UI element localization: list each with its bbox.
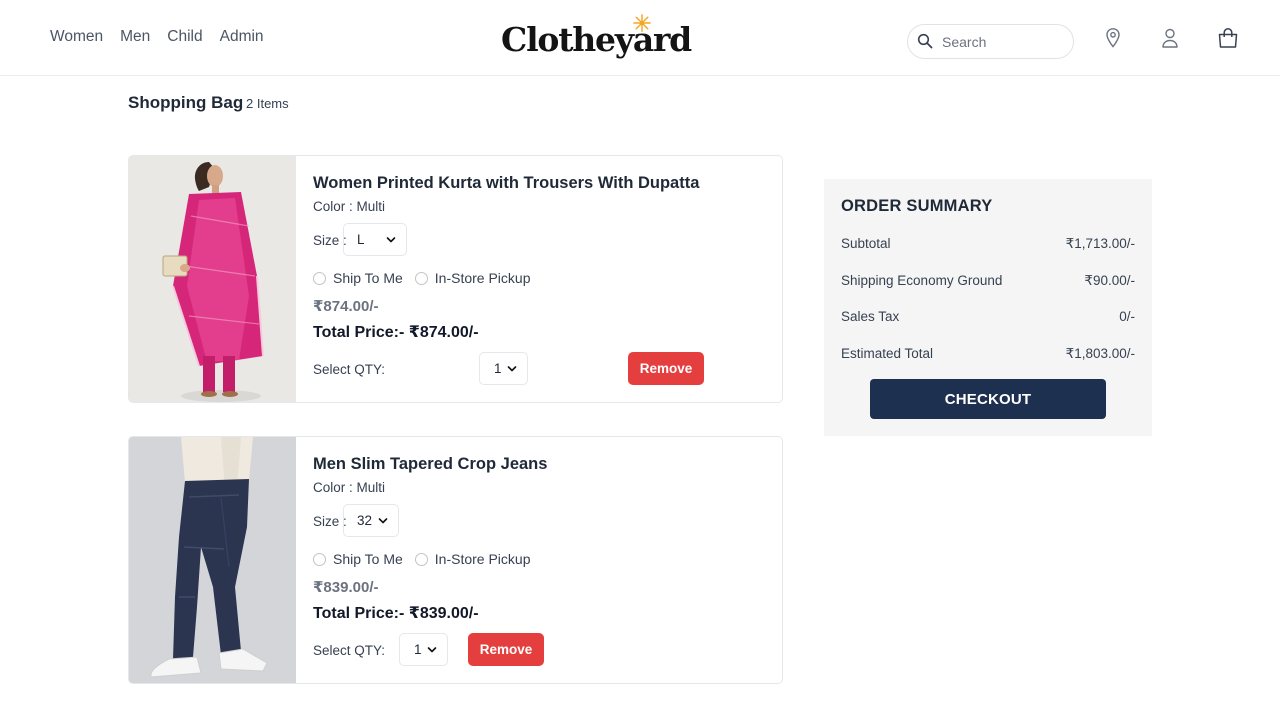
summary-label: Estimated Total	[841, 346, 934, 361]
summary-title: ORDER SUMMARY	[841, 197, 993, 215]
search-icon	[917, 33, 933, 49]
item-count: 2 Items	[246, 96, 289, 111]
size-select[interactable]: L	[343, 223, 407, 256]
nav-child[interactable]: Child	[167, 28, 202, 46]
qty-label: Select QTY:	[313, 362, 386, 377]
user-icon[interactable]	[1158, 26, 1182, 50]
unit-price: ₹839.00/-	[313, 579, 379, 596]
size-value: L	[357, 232, 365, 247]
chevron-down-icon	[386, 237, 396, 243]
product-color: Color : Multi	[313, 480, 386, 495]
summary-value: ₹1,803.00/-	[1065, 346, 1135, 361]
ship-to-me-radio[interactable]	[313, 552, 326, 566]
item-details: Men Slim Tapered Crop Jeans Color : Mult…	[313, 437, 782, 683]
in-store-pickup-label[interactable]: In-Store Pickup	[435, 551, 531, 567]
location-icon[interactable]	[1101, 26, 1125, 50]
ship-to-me-label[interactable]: Ship To Me	[333, 270, 403, 286]
order-summary: ORDER SUMMARY Subtotal ₹1,713.00/- Shipp…	[824, 179, 1152, 436]
size-value: 32	[357, 513, 373, 528]
qty-value: 1	[494, 361, 502, 376]
summary-label: Shipping Economy Ground	[841, 273, 1003, 288]
logo-text: Clotheyard	[501, 20, 692, 59]
nav-admin[interactable]: Admin	[220, 28, 264, 46]
summary-row-estimated-total: Estimated Total ₹1,803.00/-	[841, 346, 1135, 362]
product-image[interactable]	[129, 156, 296, 402]
in-store-pickup-radio[interactable]	[414, 552, 428, 566]
summary-label: Sales Tax	[841, 309, 900, 324]
search-box[interactable]	[907, 24, 1074, 59]
remove-button[interactable]: Remove	[628, 352, 704, 385]
summary-row-sales-tax: Sales Tax 0/-	[841, 309, 1135, 324]
cart-item: Men Slim Tapered Crop Jeans Color : Mult…	[128, 436, 783, 684]
size-label: Size :	[313, 233, 347, 248]
ship-to-me-radio[interactable]	[313, 271, 326, 285]
summary-label: Subtotal	[841, 236, 891, 251]
ship-to-me-label[interactable]: Ship To Me	[333, 551, 403, 567]
delivery-options: Ship To Me In-Store Pickup	[313, 551, 543, 567]
nav-women[interactable]: Women	[50, 28, 103, 46]
summary-value: ₹1,713.00/-	[1065, 236, 1135, 251]
checkout-button[interactable]: CHECKOUT	[870, 379, 1106, 419]
item-details: Women Printed Kurta with Trousers With D…	[313, 156, 782, 402]
sun-icon	[633, 14, 651, 32]
chevron-down-icon	[507, 366, 517, 372]
total-price: Total Price:- ₹874.00/-	[313, 324, 479, 341]
summary-value: 0/-	[1119, 309, 1135, 324]
unit-price: ₹874.00/-	[313, 298, 379, 315]
product-name[interactable]: Women Printed Kurta with Trousers With D…	[313, 174, 699, 193]
in-store-pickup-label[interactable]: In-Store Pickup	[435, 270, 531, 286]
size-select[interactable]: 32	[343, 504, 399, 537]
summary-row-shipping: Shipping Economy Ground ₹90.00/-	[841, 273, 1135, 289]
qty-label: Select QTY:	[313, 643, 386, 658]
qty-select[interactable]: 1	[479, 352, 528, 385]
site-header: Women Men Child Admin Clotheyard	[0, 0, 1280, 76]
summary-value: ₹90.00/-	[1084, 273, 1135, 288]
nav-men[interactable]: Men	[120, 28, 150, 46]
chevron-down-icon	[427, 647, 437, 653]
in-store-pickup-radio[interactable]	[414, 271, 428, 285]
page-title: Shopping Bag	[128, 93, 244, 112]
brand-logo[interactable]: Clotheyard	[500, 14, 692, 66]
shopping-bag-icon[interactable]	[1216, 26, 1240, 50]
qty-select[interactable]: 1	[399, 633, 448, 666]
summary-row-subtotal: Subtotal ₹1,713.00/-	[841, 236, 1135, 252]
main-nav: Women Men Child Admin	[50, 28, 264, 46]
search-input[interactable]	[942, 31, 1062, 53]
product-name[interactable]: Men Slim Tapered Crop Jeans	[313, 455, 547, 474]
product-image[interactable]	[129, 437, 296, 683]
qty-value: 1	[414, 642, 422, 657]
size-label: Size :	[313, 514, 347, 529]
remove-button[interactable]: Remove	[468, 633, 544, 666]
chevron-down-icon	[378, 518, 388, 524]
total-price: Total Price:- ₹839.00/-	[313, 605, 479, 622]
delivery-options: Ship To Me In-Store Pickup	[313, 270, 543, 286]
product-color: Color : Multi	[313, 199, 386, 214]
cart-item: Women Printed Kurta with Trousers With D…	[128, 155, 783, 403]
